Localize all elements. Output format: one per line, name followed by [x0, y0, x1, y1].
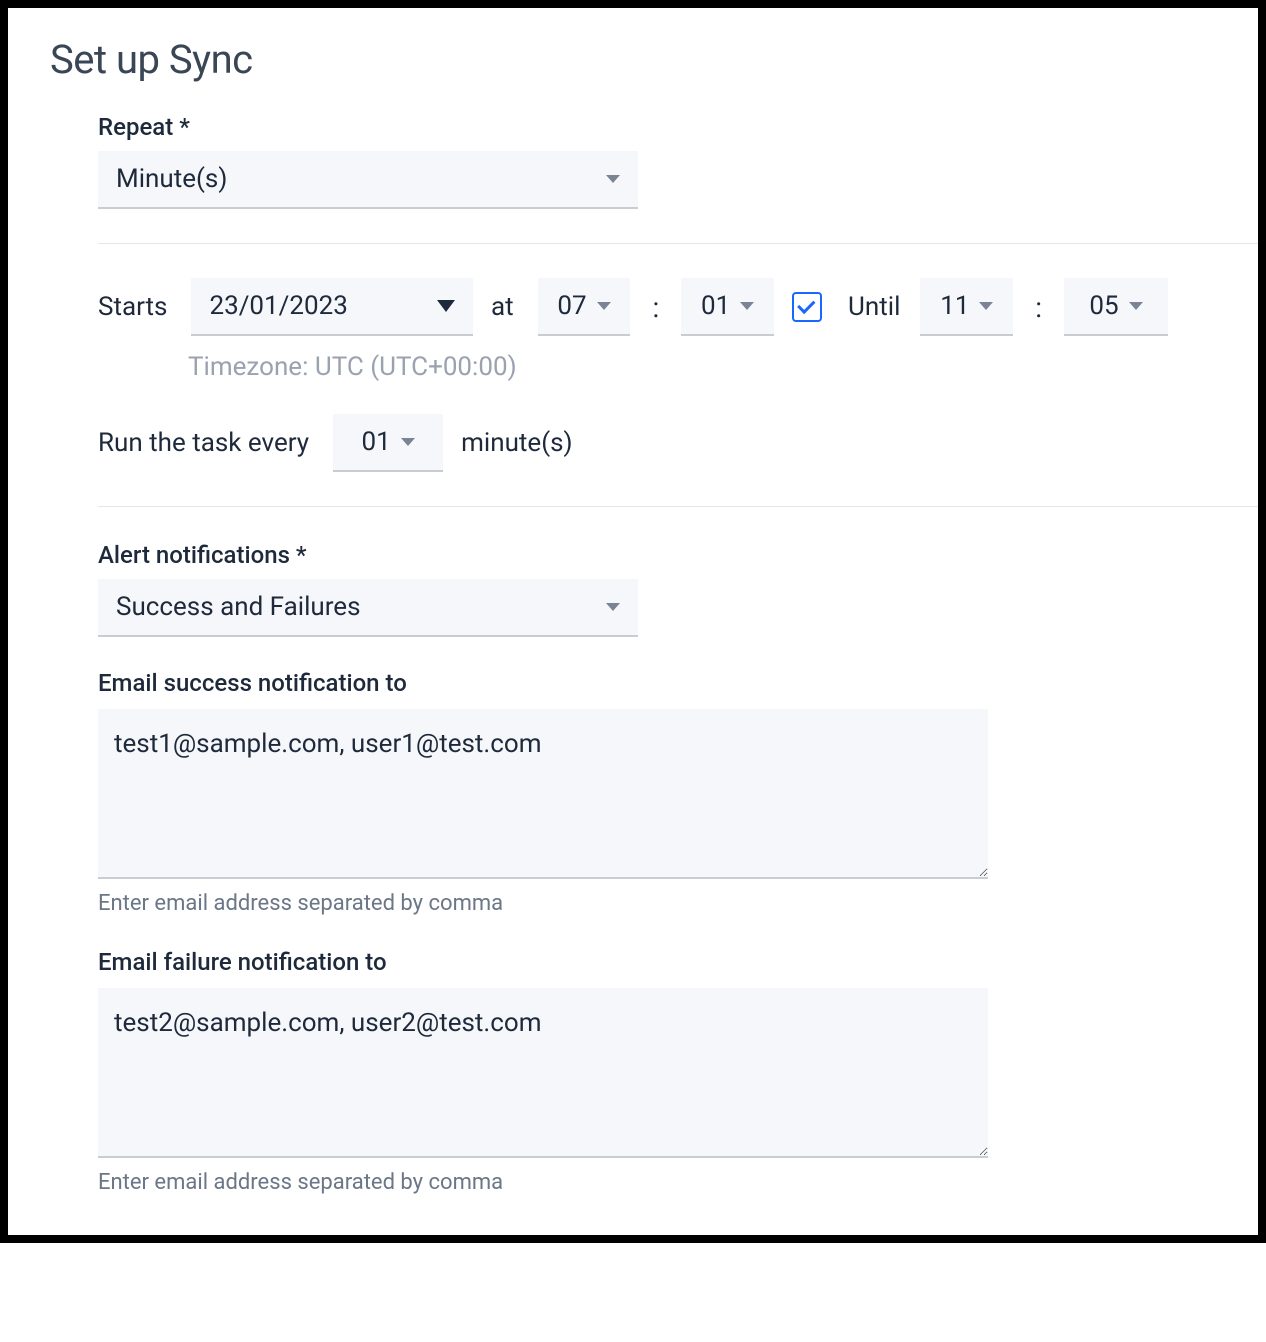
until-minute-value: 05 — [1089, 291, 1118, 321]
failure-email-input[interactable] — [98, 988, 988, 1158]
repeat-section: Repeat * Minute(s) — [8, 113, 1258, 209]
failure-email-helper: Enter email address separated by comma — [98, 1170, 1168, 1195]
success-email-input[interactable] — [98, 709, 988, 879]
chevron-down-icon — [606, 603, 620, 611]
starts-label: Starts — [98, 292, 167, 322]
checkmark-icon — [797, 296, 815, 314]
run-every-suffix: minute(s) — [461, 428, 572, 458]
chevron-down-icon — [1129, 302, 1143, 310]
divider — [98, 506, 1258, 507]
success-email-helper: Enter email address separated by comma — [98, 891, 1168, 916]
start-date-value: 23/01/2023 — [209, 291, 347, 321]
alerts-label: Alert notifications * — [98, 541, 1168, 569]
start-hour-select[interactable]: 07 — [538, 278, 631, 336]
until-hour-select[interactable]: 11 — [920, 278, 1013, 336]
success-email-label: Email success notification to — [98, 669, 1168, 697]
time-colon: : — [1031, 291, 1046, 324]
until-minute-select[interactable]: 05 — [1064, 278, 1168, 336]
start-minute-value: 01 — [701, 291, 730, 321]
chevron-down-icon — [401, 438, 415, 446]
until-hour-value: 11 — [940, 291, 969, 321]
sync-setup-panel: Set up Sync Repeat * Minute(s) Starts 23… — [0, 0, 1266, 1243]
alerts-select[interactable]: Success and Failures — [98, 579, 638, 637]
divider — [98, 243, 1258, 244]
at-label: at — [491, 292, 514, 322]
until-label: Until — [848, 292, 900, 322]
failure-email-label: Email failure notification to — [98, 948, 1168, 976]
chevron-down-icon — [979, 302, 993, 310]
repeat-label: Repeat * — [98, 113, 1168, 141]
start-date-select[interactable]: 23/01/2023 — [191, 278, 473, 336]
page-title: Set up Sync — [50, 36, 1258, 83]
repeat-select-value: Minute(s) — [116, 164, 227, 194]
run-every-select[interactable]: 01 — [333, 414, 443, 472]
start-hour-value: 07 — [557, 291, 586, 321]
until-checkbox[interactable] — [792, 292, 822, 322]
repeat-select[interactable]: Minute(s) — [98, 151, 638, 209]
chevron-down-icon — [606, 175, 620, 183]
run-every-prefix: Run the task every — [98, 428, 309, 458]
start-minute-select[interactable]: 01 — [681, 278, 774, 336]
run-every-value: 01 — [361, 427, 390, 457]
chevron-down-icon — [437, 300, 455, 312]
timezone-text: Timezone: UTC (UTC+00:00) — [188, 352, 1168, 382]
run-every-row: Run the task every 01 minute(s) — [98, 414, 1168, 472]
alerts-section: Alert notifications * Success and Failur… — [8, 541, 1258, 1195]
chevron-down-icon — [740, 302, 754, 310]
schedule-row: Starts 23/01/2023 at 07 : 01 Until 11 — [98, 278, 1168, 336]
time-colon: : — [648, 291, 663, 324]
alerts-select-value: Success and Failures — [116, 592, 361, 622]
schedule-section: Starts 23/01/2023 at 07 : 01 Until 11 — [8, 278, 1258, 472]
chevron-down-icon — [597, 302, 611, 310]
